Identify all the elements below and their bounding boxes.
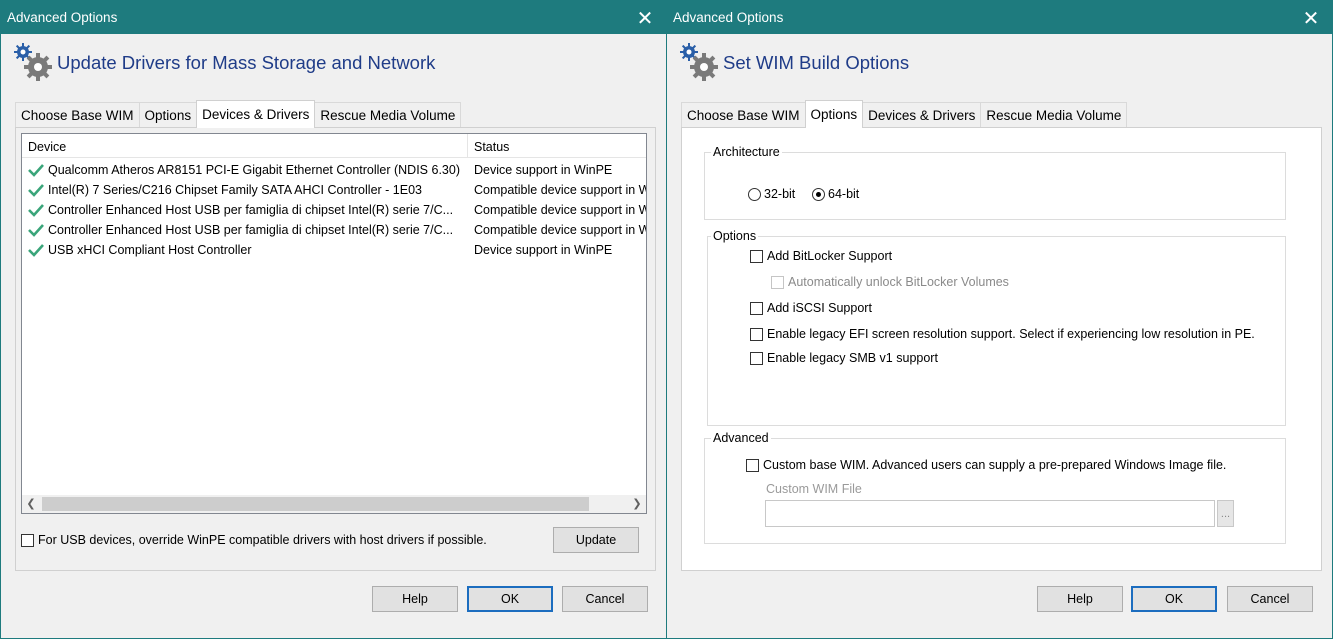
check-icon [28, 224, 44, 237]
help-button[interactable]: Help [372, 586, 458, 612]
scrollbar-thumb[interactable] [42, 497, 589, 511]
architecture-legend: Architecture [711, 145, 782, 159]
dialog-header: Update Drivers for Mass Storage and Netw… [13, 41, 435, 85]
device-name: Qualcomm Atheros AR8151 PCI-E Gigabit Et… [48, 163, 460, 177]
advanced-options-dialog-wim: Advanced Options ✕ Set WIM Build Options… [666, 0, 1333, 639]
device-name: Intel(R) 7 Series/C216 Chipset Family SA… [48, 183, 422, 197]
table-row[interactable]: USB xHCI Compliant Host Controller Devic… [22, 240, 646, 260]
add-bitlocker-label: Add BitLocker Support [767, 249, 893, 263]
title-bar: Advanced Options ✕ [1, 1, 666, 34]
device-status: Compatible device support in WinPE [474, 223, 646, 237]
table-row[interactable]: Intel(R) 7 Series/C216 Chipset Family SA… [22, 180, 646, 200]
checkbox-box[interactable] [771, 275, 784, 289]
tab-strip: Choose Base WIM Options Devices & Driver… [15, 100, 462, 128]
override-usb-drivers-checkbox[interactable]: For USB devices, override WinPE compatib… [21, 533, 487, 547]
device-name: Controller Enhanced Host USB per famigli… [48, 223, 454, 237]
title-bar: Advanced Options ✕ [667, 1, 1332, 34]
device-status: Compatible device support in WinPE [474, 183, 646, 197]
dialog-heading: Update Drivers for Mass Storage and Netw… [57, 52, 436, 73]
ok-button[interactable]: OK [467, 586, 553, 612]
custom-base-wim-label: Custom base WIM. Advanced users can supp… [763, 458, 1227, 472]
device-list-header: Device Status [22, 134, 646, 158]
architecture-group: Architecture 32-bit 64-bit [704, 145, 1286, 220]
tab-strip: Choose Base WIM Options Devices & Driver… [681, 100, 1128, 128]
browse-button[interactable]: ... [1217, 500, 1234, 527]
add-bitlocker-checkbox[interactable]: Add BitLocker Support [750, 249, 892, 263]
check-icon [28, 204, 44, 217]
add-iscsi-checkbox[interactable]: Add iSCSI Support [750, 301, 872, 315]
checkbox-box[interactable] [21, 533, 34, 547]
devices-drivers-panel: Device Status Qualcomm Atheros AR8151 PC… [15, 127, 656, 571]
options-group: Options Add BitLocker Support Automatica… [707, 229, 1286, 426]
close-icon[interactable]: ✕ [630, 3, 660, 33]
cancel-button[interactable]: Cancel [1227, 586, 1313, 612]
legacy-smb-checkbox[interactable]: Enable legacy SMB v1 support [750, 351, 938, 365]
radio-circle[interactable] [812, 187, 825, 201]
legacy-smb-label: Enable legacy SMB v1 support [767, 351, 938, 365]
check-icon [28, 164, 44, 177]
dialog-heading: Set WIM Build Options [723, 52, 910, 73]
checkbox-box[interactable] [750, 249, 763, 263]
options-legend: Options [711, 229, 759, 243]
window-title: Advanced Options [673, 10, 784, 25]
legacy-efi-label: Enable legacy EFI screen resolution supp… [767, 327, 1255, 341]
horizontal-scrollbar[interactable]: ❮ ❯ [22, 495, 646, 513]
device-name: Controller Enhanced Host USB per famigli… [48, 203, 454, 217]
radio-64-bit[interactable]: 64-bit [812, 187, 859, 201]
checkbox-box[interactable] [750, 301, 763, 315]
custom-wim-file-input[interactable] [765, 500, 1215, 527]
radio-32-bit[interactable]: 32-bit [748, 187, 795, 201]
tab-rescue-media-volume[interactable]: Rescue Media Volume [314, 102, 462, 128]
device-list[interactable]: Device Status Qualcomm Atheros AR8151 PC… [21, 133, 647, 514]
override-usb-drivers-label: For USB devices, override WinPE compatib… [38, 533, 487, 547]
checkbox-box[interactable] [750, 327, 763, 341]
scroll-left-icon[interactable]: ❮ [22, 495, 40, 513]
checkbox-box[interactable] [746, 458, 759, 472]
table-row[interactable]: Controller Enhanced Host USB per famigli… [22, 220, 646, 240]
gears-icon [14, 43, 52, 81]
tab-options[interactable]: Options [804, 100, 864, 128]
tab-devices-drivers[interactable]: Devices & Drivers [196, 100, 316, 128]
tab-choose-base-wim[interactable]: Choose Base WIM [681, 102, 806, 128]
tab-choose-base-wim[interactable]: Choose Base WIM [15, 102, 140, 128]
update-button[interactable]: Update [553, 527, 639, 553]
checkbox-box[interactable] [750, 351, 763, 365]
custom-base-wim-checkbox[interactable]: Custom base WIM. Advanced users can supp… [746, 458, 1226, 472]
options-panel: Architecture 32-bit 64-bit Options Add B… [681, 127, 1322, 571]
add-iscsi-label: Add iSCSI Support [767, 301, 872, 315]
table-row[interactable]: Qualcomm Atheros AR8151 PCI-E Gigabit Et… [22, 160, 646, 180]
radio-circle[interactable] [748, 187, 761, 201]
help-button[interactable]: Help [1037, 586, 1123, 612]
check-icon [28, 184, 44, 197]
advanced-group: Advanced Custom base WIM. Advanced users… [704, 431, 1286, 544]
tab-options[interactable]: Options [138, 102, 198, 128]
advanced-options-dialog-drivers: Advanced Options ✕ Update Drivers for Ma… [0, 0, 667, 639]
dialog-header: Set WIM Build Options [679, 41, 909, 85]
radio-64-bit-label: 64-bit [828, 187, 860, 201]
device-name: USB xHCI Compliant Host Controller [48, 243, 252, 257]
ok-button[interactable]: OK [1131, 586, 1217, 612]
table-row[interactable]: Controller Enhanced Host USB per famigli… [22, 200, 646, 220]
gears-icon [680, 43, 718, 81]
auto-unlock-bitlocker-label: Automatically unlock BitLocker Volumes [788, 275, 1009, 289]
device-status: Device support in WinPE [474, 243, 613, 257]
advanced-legend: Advanced [711, 431, 771, 445]
scroll-right-icon[interactable]: ❯ [628, 495, 646, 513]
check-icon [28, 244, 44, 257]
tab-devices-drivers[interactable]: Devices & Drivers [862, 102, 982, 128]
column-header-status[interactable]: Status [468, 134, 646, 158]
custom-wim-file-label: Custom WIM File [766, 482, 862, 496]
cancel-button[interactable]: Cancel [562, 586, 648, 612]
device-status: Device support in WinPE [474, 163, 613, 177]
window-title: Advanced Options [7, 10, 118, 25]
radio-32-bit-label: 32-bit [764, 187, 796, 201]
column-header-device[interactable]: Device [22, 134, 468, 158]
tab-rescue-media-volume[interactable]: Rescue Media Volume [980, 102, 1128, 128]
device-status: Compatible device support in WinPE [474, 203, 646, 217]
legacy-efi-checkbox[interactable]: Enable legacy EFI screen resolution supp… [750, 327, 1255, 341]
close-icon[interactable]: ✕ [1296, 3, 1326, 33]
auto-unlock-bitlocker-checkbox[interactable]: Automatically unlock BitLocker Volumes [771, 275, 1009, 289]
